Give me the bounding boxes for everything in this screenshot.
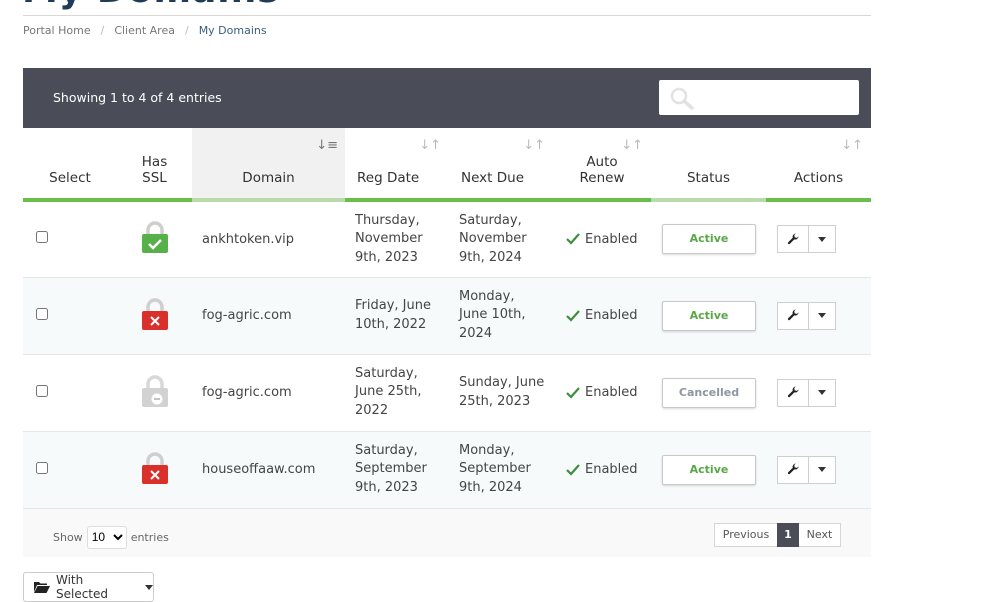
domains-table: Select Has SSL ↓≡ Domain ↓↑ Reg Date ↓↑ … — [23, 128, 871, 509]
table-row[interactable]: houseoffaaw.com Saturday, September 9th, 2… — [23, 431, 871, 509]
sort-ascending-icon: ↓≡ — [316, 138, 338, 153]
domain-name[interactable]: fog-agric.com — [192, 277, 345, 355]
status-badge: Active — [662, 300, 756, 331]
actions-button-group — [777, 378, 870, 407]
table-footer: Show 10 entries Previous 1 Next — [23, 508, 871, 557]
actions-dropdown-toggle[interactable] — [809, 455, 836, 484]
domain-name[interactable]: houseoffaaw.com — [192, 431, 345, 509]
caret-down-icon — [818, 390, 826, 395]
reg-date: Saturday, September 9th, 2023 — [345, 431, 449, 509]
reg-date: Thursday, November 9th, 2023 — [345, 200, 449, 278]
show-label: Show — [53, 530, 83, 544]
ssl-inactive-lock-icon — [141, 451, 168, 484]
wrench-icon — [787, 386, 799, 398]
auto-renew-status: Enabled — [554, 232, 650, 247]
column-header-actions[interactable]: ↓↑ Actions — [766, 128, 871, 202]
search-icon — [670, 87, 694, 110]
domain-name[interactable]: fog-agric.com — [192, 354, 345, 432]
actions-dropdown-toggle[interactable] — [809, 301, 836, 330]
actions-button-group — [777, 301, 870, 330]
table-toolbar: Showing 1 to 4 of 4 entries — [23, 68, 871, 128]
status-badge: Active — [662, 454, 756, 485]
caret-down-icon — [818, 236, 826, 242]
table-row[interactable]: ankhtoken.vip Thursday, November 9th, 2023… — [23, 200, 871, 278]
manage-domain-button[interactable] — [777, 301, 809, 330]
table-row[interactable]: fog-agric.com Friday, June 10th, 2022 Mon… — [23, 277, 871, 355]
reg-date: Friday, June 10th, 2022 — [345, 277, 449, 355]
column-header-select: Select — [23, 128, 117, 202]
table-info: Showing 1 to 4 of 4 entries — [53, 90, 222, 105]
check-icon — [566, 386, 580, 399]
manage-domain-button[interactable] — [777, 455, 809, 484]
next-due-date: Sunday, June 25th, 2023 — [449, 354, 553, 432]
sort-icon: ↓↑ — [523, 138, 545, 153]
domains-table-panel: Showing 1 to 4 of 4 entries Select Has S… — [23, 68, 871, 557]
column-header-domain[interactable]: ↓≡ Domain — [192, 128, 345, 202]
domain-name[interactable]: ankhtoken.vip — [192, 200, 345, 278]
column-header-reg-date[interactable]: ↓↑ Reg Date — [345, 128, 449, 202]
caret-down-icon — [818, 467, 826, 472]
breadcrumb-client-area[interactable]: Client Area — [114, 24, 175, 37]
check-icon — [566, 309, 580, 322]
wrench-icon — [787, 463, 799, 475]
auto-renew-status: Enabled — [554, 308, 650, 323]
actions-dropdown-toggle[interactable] — [809, 378, 836, 407]
next-page-button[interactable]: Next — [799, 522, 841, 547]
caret-down-icon — [818, 313, 826, 318]
row-select-checkbox[interactable] — [36, 307, 48, 320]
column-header-next-due[interactable]: ↓↑ Next Due — [449, 128, 553, 202]
column-header-has-ssl[interactable]: Has SSL — [117, 128, 192, 202]
folder-open-icon — [34, 582, 50, 593]
pagination: Previous 1 Next — [714, 522, 841, 547]
table-row[interactable]: fog-agric.com Saturday, June 25th, 2022 Su… — [23, 354, 871, 432]
next-due-date: Monday, June 10th, 2024 — [449, 277, 553, 355]
status-badge: Active — [662, 224, 756, 255]
breadcrumb-my-domains: My Domains — [198, 24, 267, 37]
manage-domain-button[interactable] — [777, 225, 809, 254]
page-size-control: Show 10 entries — [53, 525, 169, 549]
actions-button-group — [777, 455, 870, 484]
with-selected-label: With Selected — [55, 573, 109, 601]
with-selected-button[interactable]: With Selected — [23, 572, 154, 602]
next-due-date: Saturday, November 9th, 2024 — [449, 200, 553, 278]
page-1-button[interactable]: 1 — [777, 522, 799, 547]
row-select-checkbox[interactable] — [36, 461, 48, 474]
wrench-icon — [787, 233, 799, 244]
row-select-checkbox[interactable] — [36, 231, 48, 244]
previous-page-button[interactable]: Previous — [714, 522, 777, 547]
wrench-icon — [787, 309, 799, 321]
ssl-active-lock-icon — [141, 221, 168, 254]
column-header-status[interactable]: Status — [651, 128, 766, 202]
actions-dropdown-toggle[interactable] — [809, 225, 836, 254]
sort-icon: ↓↑ — [419, 138, 441, 153]
page-title: My Domains — [22, 0, 280, 11]
status-badge: Cancelled — [662, 377, 756, 408]
sort-icon: ↓↑ — [621, 138, 643, 153]
entries-label: entries — [130, 530, 169, 544]
reg-date: Saturday, June 25th, 2022 — [345, 354, 449, 432]
breadcrumb-separator: / — [100, 24, 105, 37]
caret-down-icon — [145, 584, 153, 590]
ssl-inactive-lock-icon — [141, 297, 168, 330]
column-header-auto-renew[interactable]: ↓↑ Auto Renew — [553, 128, 651, 202]
search-input[interactable] — [699, 86, 853, 110]
breadcrumb-separator: / — [184, 24, 189, 37]
next-due-date: Monday, September 9th, 2024 — [449, 431, 553, 509]
breadcrumb-portal-home[interactable]: Portal Home — [23, 24, 91, 37]
sort-icon: ↓↑ — [841, 138, 863, 153]
row-select-checkbox[interactable] — [36, 384, 48, 397]
search-field[interactable] — [659, 80, 859, 115]
check-icon — [566, 233, 580, 245]
ssl-unknown-lock-icon — [141, 374, 168, 407]
actions-button-group — [777, 225, 870, 254]
breadcrumb: Portal Home / Client Area / My Domains — [23, 24, 267, 37]
auto-renew-status: Enabled — [554, 385, 650, 400]
manage-domain-button[interactable] — [777, 378, 809, 407]
check-icon — [566, 463, 580, 476]
title-divider — [23, 15, 871, 16]
auto-renew-status: Enabled — [554, 462, 650, 477]
page-size-select[interactable]: 10 — [86, 525, 127, 549]
